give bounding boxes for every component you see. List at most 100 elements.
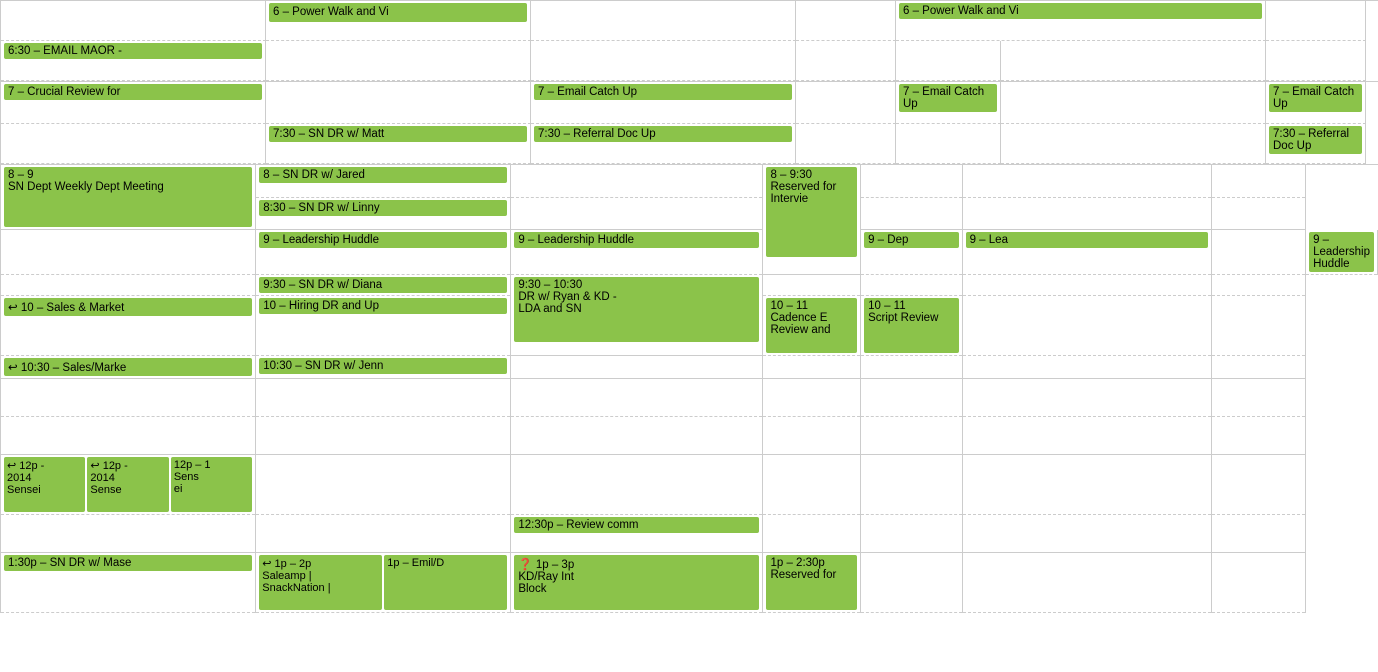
cell-r7c6 [962,274,1212,295]
event-cadence-review[interactable]: 10 – 11Cadence EReview and [766,298,857,353]
cell-reserved-interview[interactable]: 8 – 9:30Reserved for Intervie [763,165,861,275]
event-leadership-huddle-1[interactable]: 9 – Leadership Huddle [259,232,507,248]
event-12p-2014-sensei-2[interactable]: ↩ 12p -2014Sense [87,457,168,512]
event-crucial-review[interactable]: 7 – Crucial Review for [4,84,262,100]
event-sn-dr-jared[interactable]: 8 – SN DR w/ Jared [259,167,507,183]
event-email-catchup-3[interactable]: 7 – Email Catch Up [1269,84,1362,112]
cell-sn-dr-diana[interactable]: 9:30 – SN DR w/ Diana [256,274,511,295]
cell-r3c6 [1001,82,1266,124]
event-dr-ryan-kd[interactable]: 9:30 – 10:30DR w/ Ryan & KD -LDA and SN [514,277,759,342]
cell-9-dep[interactable]: 9 – Dep [861,230,963,275]
cell-r3c3[interactable]: 7 – Email Catch Up [531,82,796,124]
cell-r7c7 [1212,274,1306,295]
event-sales-marke-2[interactable]: ↩ 10:30 – Sales/Marke [4,358,252,376]
cell-e2c1 [1,416,256,454]
cell-sales-marke-2[interactable]: ↩ 10:30 – Sales/Marke [1,355,256,378]
cell-r8c6 [962,295,1212,355]
event-reserved-block[interactable]: 1p – 2:30pReserved for [766,555,857,610]
cell-r1c5[interactable]: 6 – Power Walk and Vi [896,1,1266,41]
cell-hiring-dr[interactable]: 10 – Hiring DR and Up [256,295,511,355]
cell-sn-dr-mase[interactable]: 1:30p – SN DR w/ Mase [1,552,256,612]
cell-r13c5 [861,552,963,612]
cell-r12c2 [256,454,511,514]
cell-r2c1[interactable]: 6:30 – EMAIL MAOR - [1,41,266,81]
cell-sales-market[interactable]: ↩ 10 – Sales & Market [1,295,256,355]
cell-r1c7 [1266,1,1366,41]
event-email-catchup-2[interactable]: 7 – Email Catch Up [899,84,997,112]
cell-e1c4 [763,378,861,416]
cell-leadership-huddle-3[interactable]: 9 – Leadership Huddle [1306,230,1378,275]
event-hiring-dr[interactable]: 10 – Hiring DR and Up [259,298,507,314]
cell-sn-dept-weekly[interactable]: 8 – 9SN Dept Weekly Dept Meeting [1,165,256,230]
cell-r3c1[interactable]: 7 – Crucial Review for [1,82,266,124]
cell-e1c1 [1,378,256,416]
event-1p-emil-d[interactable]: 1p – Emil/D [384,555,507,610]
cell-r4c6 [1001,124,1266,164]
cell-r4c7[interactable]: 7:30 – Referral Doc Up [1266,124,1366,164]
event-sn-dr-jenn[interactable]: 10:30 – SN DR w/ Jenn [259,358,507,374]
cell-r4c2[interactable]: 7:30 – SN DR w/ Matt [266,124,531,164]
cell-kd-ray[interactable]: ❓ 1p – 3pKD/Ray IntBlock [511,552,763,612]
event-kd-ray[interactable]: ❓ 1p – 3pKD/Ray IntBlock [514,555,759,610]
cell-r12bc4 [763,514,861,552]
cell-leadership-huddle-2[interactable]: 9 – Leadership Huddle [511,230,763,275]
cell-r3c7[interactable]: 7 – Email Catch Up [1266,82,1366,124]
event-reserved-interview[interactable]: 8 – 9:30Reserved for Intervie [766,167,857,257]
event-email-catchup-1[interactable]: 7 – Email Catch Up [534,84,792,100]
cell-cadence-review[interactable]: 10 – 11Cadence EReview and [763,295,861,355]
event-sn-dr-mase[interactable]: 1:30p – SN DR w/ Mase [4,555,252,571]
cell-r5c6 [962,165,1212,198]
cell-sn-dr-linny[interactable]: 8:30 – SN DR w/ Linny [256,197,511,230]
event-leadership-huddle-2[interactable]: 9 – Leadership Huddle [514,232,759,248]
cell-reserved-block[interactable]: 1p – 2:30pReserved for [763,552,861,612]
cell-r9c3 [511,355,763,378]
event-sn-dr-matt[interactable]: 7:30 – SN DR w/ Matt [269,126,527,142]
event-1p-saleamp[interactable]: ↩ 1p – 2pSaleamp |SnackNation | [259,555,382,610]
cell-script-review[interactable]: 10 – 11Script Review [861,295,963,355]
cell-r7c5 [861,274,963,295]
cell-r3c5[interactable]: 7 – Email Catch Up [896,82,1001,124]
cell-r9c4 [763,355,861,378]
event-review-comm[interactable]: 12:30p – Review comm [514,517,759,533]
cell-1p-2p-col[interactable]: ↩ 1p – 2pSaleamp |SnackNation | 1p – Emi… [256,552,511,612]
event-12p-sensei-3[interactable]: 12p – 1Sensei [171,457,252,512]
cell-r12c4 [763,454,861,514]
cell-r1c2[interactable]: 6 – Power Walk and Vi [266,1,531,41]
cell-r12bc7 [1212,514,1306,552]
cell-r12bc5 [861,514,963,552]
cell-e2c4 [763,416,861,454]
event-email-maor[interactable]: 6:30 – EMAIL MAOR - [4,43,262,59]
event-sn-dept-weekly[interactable]: 8 – 9SN Dept Weekly Dept Meeting [4,167,252,227]
cell-r12c6 [962,454,1212,514]
event-referral-doc-1[interactable]: 7:30 – Referral Doc Up [534,126,792,142]
cell-r5c3 [511,165,763,198]
table-row-1230: 12:30p – Review comm [1,514,1378,552]
event-power-walk-1[interactable]: 6 – Power Walk and Vi [269,3,527,22]
cell-r6c6 [1212,230,1306,275]
cell-dr-ryan-kd[interactable]: 9:30 – 10:30DR w/ Ryan & KD -LDA and SN [511,274,763,355]
cell-9-lea[interactable]: 9 – Lea [962,230,1212,275]
cell-r5bc5 [861,197,963,230]
cell-review-comm[interactable]: 12:30p – Review comm [511,514,763,552]
event-9-dep[interactable]: 9 – Dep [864,232,959,248]
cell-r2c3 [531,41,796,81]
event-leadership-huddle-3[interactable]: 9 – Leadership Huddle [1309,232,1374,272]
event-sn-dr-linny[interactable]: 8:30 – SN DR w/ Linny [259,200,507,216]
cell-r4c4 [796,124,896,164]
event-9-lea[interactable]: 9 – Lea [966,232,1209,248]
cell-r7c1 [1,274,256,295]
event-sales-market[interactable]: ↩ 10 – Sales & Market [4,298,252,316]
cell-12p-sensei[interactable]: ↩ 12p -2014Sensei ↩ 12p -2014Sense 12p –… [1,454,256,514]
cell-sn-dr-jared[interactable]: 8 – SN DR w/ Jared [256,165,511,198]
event-12p-2014-sensei-1[interactable]: ↩ 12p -2014Sensei [4,457,85,512]
cell-sn-dr-jenn[interactable]: 10:30 – SN DR w/ Jenn [256,355,511,378]
cell-r2c4 [796,41,896,81]
event-power-walk-2[interactable]: 6 – Power Walk and Vi [899,3,1262,19]
cell-r3c2 [266,82,531,124]
cell-r4c3[interactable]: 7:30 – Referral Doc Up [531,124,796,164]
cell-e2c2 [256,416,511,454]
event-referral-doc-2[interactable]: 7:30 – Referral Doc Up [1269,126,1362,154]
event-script-review[interactable]: 10 – 11Script Review [864,298,959,353]
event-sn-dr-diana[interactable]: 9:30 – SN DR w/ Diana [259,277,507,293]
cell-leadership-huddle-1[interactable]: 9 – Leadership Huddle [256,230,511,275]
